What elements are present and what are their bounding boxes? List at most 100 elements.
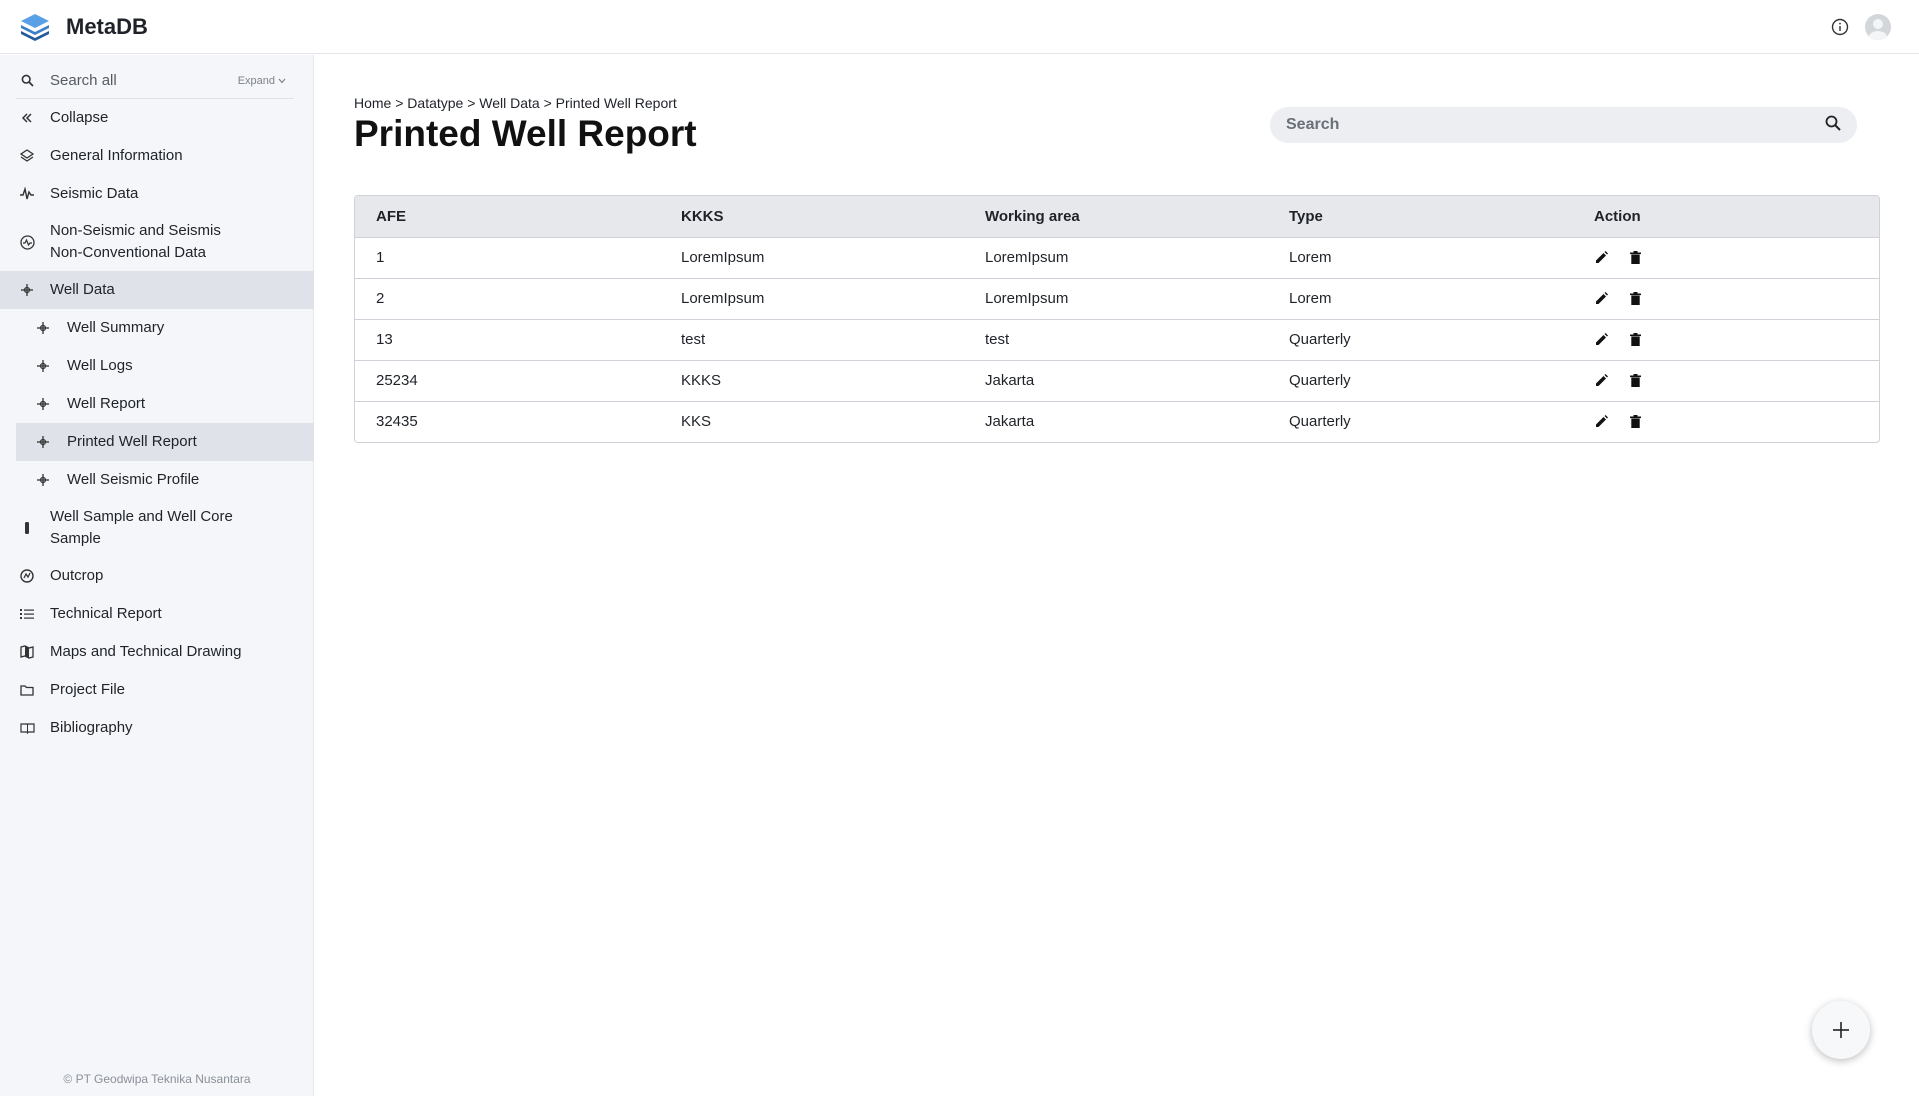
edit-icon[interactable] [1594,251,1608,265]
column-header-action: Action [1573,196,1879,238]
sidebar-search-input[interactable]: Search all [50,72,238,89]
collapse-label: Collapse [50,109,109,126]
sidebar-item-label: General Information [50,147,183,164]
cell-action [1573,278,1879,320]
column-header-working-area[interactable]: Working area [964,196,1268,238]
delete-icon[interactable] [1628,415,1642,429]
cell-type: Quarterly [1289,413,1351,431]
main-content: Home > Datatype > Well Data > Printed We… [315,55,1919,1096]
search-icon [16,74,38,87]
sidebar-item-well-report[interactable]: Well Report [16,385,314,423]
cell-working-area: LoremIpsum [964,278,1268,320]
sidebar-item-maps[interactable]: Maps and Technical Drawing [0,633,314,671]
sidebar-nav: Collapse General Information Seismic Dat… [0,99,314,747]
cell-afe: 2 [355,278,660,320]
sidebar-item-label: Well Logs [67,357,133,374]
app-title: MetaDB [66,14,148,39]
sidebar-item-printed-well-report[interactable]: Printed Well Report [16,423,314,461]
collapse-button[interactable]: Collapse [0,99,314,137]
table-row[interactable]: 1 LoremIpsum LoremIpsum Lorem [355,237,1879,279]
avatar[interactable] [1865,14,1891,40]
column-header-kkks[interactable]: KKKS [660,196,964,238]
sidebar-item-non-seismic[interactable]: Non-Seismic and Seismis Non-Conventional… [0,213,314,271]
list-icon [18,605,36,623]
sidebar-item-project-file[interactable]: Project File [0,671,314,709]
data-table: AFE KKKS Working area Type Action 1 Lore… [354,195,1880,443]
edit-icon[interactable] [1594,333,1608,347]
search-icon[interactable] [1825,115,1841,136]
sidebar-item-label: Well Summary [67,319,165,336]
sidebar-item-label: Well Sample and Well Core Sample [50,508,233,547]
sidebar-item-well-logs[interactable]: Well Logs [16,347,314,385]
search-box[interactable] [1270,107,1857,143]
sidebar-item-well-sample[interactable]: Well Sample and Well Core Sample [0,499,314,557]
search-input[interactable] [1286,116,1825,134]
sidebar-item-seismic-data[interactable]: Seismic Data [0,175,314,213]
well-icon [34,319,52,337]
outcrop-icon [18,567,36,585]
delete-icon[interactable] [1628,251,1642,265]
cell-action [1573,237,1879,279]
sidebar-item-outcrop[interactable]: Outcrop [0,557,314,595]
sidebar-item-well-summary[interactable]: Well Summary [16,309,314,347]
cell-kkks: LoremIpsum [660,278,964,320]
column-header-type[interactable]: Type [1268,196,1573,238]
edit-icon[interactable] [1594,292,1608,306]
sidebar-item-label: Maps and Technical Drawing [50,643,242,660]
sidebar-item-technical-report[interactable]: Technical Report [0,595,314,633]
table-header-row: AFE KKKS Working area Type Action [355,196,1879,238]
cell-action [1573,401,1879,442]
sidebar-item-label: Well Report [67,395,146,412]
column-header-afe[interactable]: AFE [355,196,660,238]
sidebar-item-label: Seismic Data [50,185,139,202]
cell-type: Quarterly [1268,319,1573,361]
double-chevron-left-icon [18,109,36,127]
sidebar-item-label: Printed Well Report [67,433,197,450]
sidebar-item-label: Non-Seismic and Seismis Non-Conventional… [50,222,221,261]
sidebar-item-well-data[interactable]: Well Data [0,271,314,309]
sidebar-item-bibliography[interactable]: Bibliography [0,709,314,747]
cell-working-area: Jakarta [964,360,1268,402]
core-sample-icon [18,519,36,537]
cell-action [1573,360,1879,402]
sidebar-item-label: Well Data [50,281,115,298]
table-row[interactable]: 25234 KKKS Jakarta Quarterly [355,360,1879,402]
table-row[interactable]: 32435 KKS Jakarta Quarterly [355,401,1879,442]
sidebar-item-label: Technical Report [50,605,162,622]
cell-working-area: LoremIpsum [964,237,1268,279]
edit-icon[interactable] [1594,374,1608,388]
chevron-down-icon [278,78,286,83]
sidebar-item-well-seismic-profile[interactable]: Well Seismic Profile [16,461,314,499]
well-icon [34,395,52,413]
add-button[interactable] [1812,1001,1870,1059]
layers-icon [18,147,36,165]
copyright-footer: © PT Geodwipa Teknika Nusantara [63,1072,251,1086]
well-icon [34,357,52,375]
info-icon[interactable] [1829,16,1851,38]
cell-kkks: LoremIpsum [660,237,964,279]
sidebar-item-label: Outcrop [50,567,104,584]
breadcrumb[interactable]: Home > Datatype > Well Data > Printed We… [354,95,677,111]
delete-icon[interactable] [1628,374,1642,388]
cell-kkks: KKKS [660,360,964,402]
table-row[interactable]: 13 test test Quarterly [355,319,1879,361]
cell-type: Lorem [1268,278,1573,320]
sidebar-search[interactable]: Search all Expand [16,63,294,99]
plus-icon [1833,1022,1849,1038]
logo-icon [21,14,49,41]
sidebar-item-general-information[interactable]: General Information [0,137,314,175]
delete-icon[interactable] [1628,333,1642,347]
folder-icon [18,681,36,699]
expand-toggle[interactable]: Expand [238,75,286,87]
delete-icon[interactable] [1628,292,1642,306]
well-icon [34,433,52,451]
edit-icon[interactable] [1594,415,1608,429]
table-row[interactable]: 2 LoremIpsum LoremIpsum Lorem [355,278,1879,320]
cell-working-area: test [964,319,1268,361]
cell-working-area: Jakarta [985,413,1035,431]
book-icon [18,719,36,737]
cell-type: Lorem [1268,237,1573,279]
cell-afe: 25234 [355,360,660,402]
sidebar-item-label: Well Seismic Profile [67,471,200,488]
page-title: Printed Well Report [354,113,697,154]
